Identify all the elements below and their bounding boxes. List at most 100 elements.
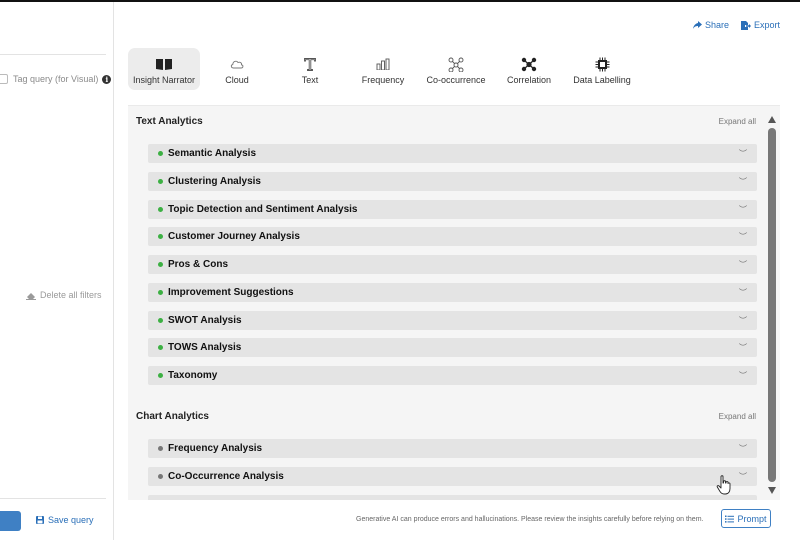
status-dot xyxy=(158,446,163,451)
status-dot xyxy=(158,290,163,295)
main-panel: Share Export Insight Narrator Cloud Text… xyxy=(114,2,800,540)
cloud-icon xyxy=(230,56,244,72)
ai-disclaimer: Generative AI can produce errors and hal… xyxy=(356,516,704,523)
accordion-label: Frequency Analysis xyxy=(168,443,263,454)
vertical-scrollbar[interactable] xyxy=(766,114,778,498)
chip-icon xyxy=(595,56,610,72)
correlation-icon xyxy=(521,56,537,72)
export-label: Export xyxy=(753,20,780,30)
accordion-item[interactable]: Semantic Analysis ︶ xyxy=(148,144,757,163)
chevron-down-icon: ︶ xyxy=(739,232,747,241)
tab-label: Co-occurrence xyxy=(426,75,486,85)
chevron-down-icon: ︶ xyxy=(739,371,747,380)
accordion-item[interactable]: TOWS Analysis ︶ xyxy=(148,338,757,357)
chevron-down-icon: ︶ xyxy=(739,205,747,214)
tab-label: Frequency xyxy=(361,75,405,85)
tab-label: Text xyxy=(301,75,319,85)
accordion-label: Pros & Cons xyxy=(168,259,229,270)
bar-chart-icon xyxy=(376,56,390,72)
save-query-button[interactable]: Save query xyxy=(36,515,94,525)
prompt-button[interactable]: Prompt xyxy=(721,509,771,528)
info-icon[interactable]: i xyxy=(102,74,112,84)
chevron-down-icon: ︶ xyxy=(739,177,747,186)
status-dot xyxy=(158,207,163,212)
floppy-disk-icon xyxy=(36,516,44,524)
section-title: Chart Analytics xyxy=(136,411,209,422)
status-dot xyxy=(158,151,163,156)
chevron-down-icon: ︶ xyxy=(739,316,747,325)
divider xyxy=(0,498,106,499)
expand-all-button[interactable]: Expand all xyxy=(719,117,756,126)
tab-data-labelling[interactable]: Data Labelling xyxy=(566,48,638,90)
accordion-label: Semantic Analysis xyxy=(168,148,257,159)
scroll-down-arrow[interactable] xyxy=(768,487,776,494)
chevron-down-icon: ︶ xyxy=(739,444,747,453)
delete-all-filters-label: Delete all filters xyxy=(40,290,102,300)
chevron-down-icon: ︶ xyxy=(739,260,747,269)
share-label: Share xyxy=(704,20,729,30)
share-icon xyxy=(692,21,702,29)
apply-button[interactable] xyxy=(0,511,21,531)
expand-all-button[interactable]: Expand all xyxy=(719,412,756,421)
list-icon xyxy=(725,515,735,523)
divider xyxy=(0,54,106,55)
status-dot xyxy=(158,373,163,378)
status-dot xyxy=(158,318,163,323)
scrollbar-thumb[interactable] xyxy=(768,128,776,482)
tab-frequency[interactable]: Frequency xyxy=(347,48,419,90)
tab-cloud[interactable]: Cloud xyxy=(201,48,273,90)
accordion-label: Improvement Suggestions xyxy=(168,287,294,298)
share-button[interactable]: Share xyxy=(692,20,729,30)
accordion-item[interactable]: Taxonomy ︶ xyxy=(148,366,757,385)
chart-analytics-header: Chart Analytics Expand all xyxy=(136,411,756,422)
network-icon xyxy=(448,56,464,72)
accordion-item[interactable]: Clustering Analysis ︶ xyxy=(148,172,757,191)
accordion-item[interactable]: Customer Journey Analysis ︶ xyxy=(148,227,757,246)
visual-tabs: Insight Narrator Cloud Text Frequency Co… xyxy=(128,48,639,90)
accordion-label: Customer Journey Analysis xyxy=(168,231,300,242)
book-icon xyxy=(156,56,172,72)
tag-query-checkbox[interactable] xyxy=(0,74,8,84)
eraser-icon xyxy=(26,292,36,300)
text-analytics-header: Text Analytics Expand all xyxy=(136,116,756,127)
text-icon xyxy=(304,56,316,72)
tab-insight-narrator[interactable]: Insight Narrator xyxy=(128,48,200,90)
tab-label: Insight Narrator xyxy=(132,75,196,85)
accordion-item[interactable]: Topic Detection and Sentiment Analysis ︶ xyxy=(148,200,757,219)
accordion-item-partial[interactable] xyxy=(148,495,757,500)
tab-co-occurrence[interactable]: Co-occurrence xyxy=(420,48,492,90)
tab-label: Data Labelling xyxy=(573,75,631,85)
accordion-item[interactable]: Frequency Analysis ︶ xyxy=(148,439,757,458)
accordion-label: Topic Detection and Sentiment Analysis xyxy=(168,204,358,215)
accordion-label: Clustering Analysis xyxy=(168,176,261,187)
delete-all-filters-button[interactable]: Delete all filters xyxy=(26,290,102,300)
status-dot xyxy=(158,234,163,239)
accordion-label: Co-Occurrence Analysis xyxy=(168,471,284,482)
tag-query-label: Tag query (for Visual) xyxy=(13,74,99,84)
chevron-down-icon: ︶ xyxy=(739,472,747,481)
accordion-item[interactable]: SWOT Analysis ︶ xyxy=(148,311,757,330)
accordion-item[interactable]: Co-Occurrence Analysis ︶ xyxy=(148,467,757,486)
analysis-panel: Text Analytics Expand all Semantic Analy… xyxy=(128,105,780,500)
accordion-label: SWOT Analysis xyxy=(168,315,242,326)
status-dot xyxy=(158,345,163,350)
export-button[interactable]: Export xyxy=(740,20,780,30)
tab-correlation[interactable]: Correlation xyxy=(493,48,565,90)
save-query-label: Save query xyxy=(48,515,94,525)
accordion-item[interactable]: Pros & Cons ︶ xyxy=(148,255,757,274)
accordion-label: TOWS Analysis xyxy=(168,342,242,353)
section-title: Text Analytics xyxy=(136,116,203,127)
chevron-down-icon: ︶ xyxy=(739,288,747,297)
accordion-item[interactable]: Improvement Suggestions ︶ xyxy=(148,283,757,302)
status-dot xyxy=(158,262,163,267)
accordion-label: Taxonomy xyxy=(168,370,218,381)
tab-text[interactable]: Text xyxy=(274,48,346,90)
export-icon xyxy=(740,20,751,30)
tag-query-option[interactable]: Tag query (for Visual) i xyxy=(0,74,112,84)
tab-label: Correlation xyxy=(506,75,552,85)
chevron-down-icon: ︶ xyxy=(739,343,747,352)
hand-cursor-icon xyxy=(716,475,731,495)
scroll-up-arrow[interactable] xyxy=(768,116,776,123)
status-dot xyxy=(158,474,163,479)
tab-label: Cloud xyxy=(225,75,249,85)
